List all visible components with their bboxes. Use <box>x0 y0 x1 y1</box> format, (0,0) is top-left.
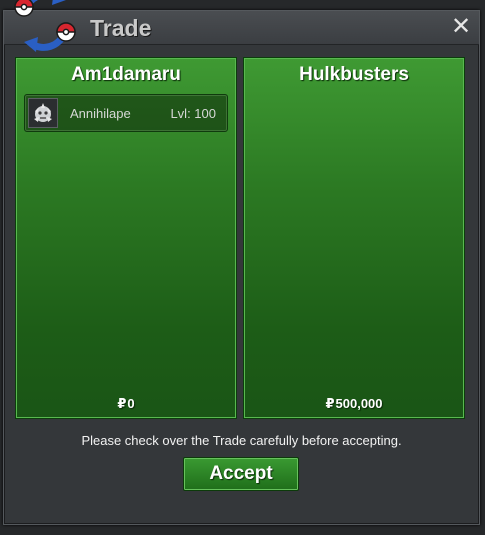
trade-panel-left: Am1damaru Annihilape Lvl: 100 ₽0 <box>15 57 237 419</box>
item-level: Lvl: 100 <box>170 106 216 121</box>
player-name-right: Hulkbusters <box>299 64 409 85</box>
annihilape-sprite-icon <box>28 98 58 128</box>
money-offer-right: ₽500,000 <box>244 396 464 412</box>
trade-item-slot[interactable]: Annihilape Lvl: 100 <box>24 94 228 132</box>
close-icon[interactable]: ✕ <box>449 14 473 38</box>
money-amount-right: 500,000 <box>335 396 383 411</box>
trade-notice: Please check over the Trade carefully be… <box>81 433 402 448</box>
money-offer-left[interactable]: ₽0 <box>16 396 236 412</box>
accept-button[interactable]: Accept <box>183 457 299 491</box>
player-name-left: Am1damaru <box>71 64 181 85</box>
window-title: Trade <box>90 15 152 41</box>
trade-panel-right: Hulkbusters ₽500,000 <box>243 57 465 419</box>
trade-swap-pokeball-icon <box>14 0 76 52</box>
trade-window: Trade ✕ Am1damaru Annihilape Lvl: 100 ₽0… <box>3 10 480 525</box>
money-amount-left: 0 <box>127 396 135 411</box>
item-name: Annihilape <box>70 106 131 121</box>
currency-symbol: ₽ <box>325 397 335 412</box>
currency-symbol: ₽ <box>117 397 127 412</box>
